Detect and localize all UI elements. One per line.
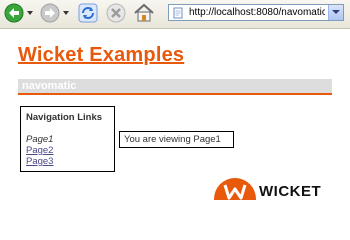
refresh-button[interactable] bbox=[78, 3, 98, 23]
nav-link-page2[interactable]: Page2 bbox=[26, 145, 53, 156]
back-arrow-icon bbox=[4, 3, 24, 23]
page-icon bbox=[173, 7, 183, 19]
home-button[interactable] bbox=[133, 3, 155, 23]
current-page-message: You are viewing Page1 bbox=[119, 131, 234, 148]
forward-dropdown-icon[interactable] bbox=[63, 10, 69, 16]
navigation-box: Navigation Links Page1 Page2 Page3 bbox=[20, 106, 115, 172]
back-button[interactable] bbox=[4, 3, 24, 23]
address-bar[interactable] bbox=[168, 4, 344, 21]
browser-toolbar bbox=[0, 0, 350, 29]
nav-link-page3[interactable]: Page3 bbox=[26, 156, 53, 167]
nav-item-page1: Page1 bbox=[26, 134, 54, 145]
chevron-down-icon bbox=[332, 10, 340, 14]
back-dropdown-icon[interactable] bbox=[27, 10, 33, 16]
subheader-title: navomatic bbox=[22, 80, 77, 92]
home-icon bbox=[134, 3, 154, 22]
navigation-list: Page1 Page2 Page3 bbox=[26, 134, 53, 167]
wicket-logo-icon bbox=[214, 178, 256, 200]
navigation-heading: Navigation Links bbox=[26, 112, 103, 123]
refresh-icon bbox=[78, 3, 98, 23]
forward-button[interactable] bbox=[40, 3, 60, 23]
stop-icon bbox=[106, 3, 126, 23]
page-title[interactable]: Wicket Examples bbox=[18, 44, 184, 67]
forward-arrow-icon bbox=[40, 3, 60, 23]
url-input[interactable] bbox=[189, 6, 325, 19]
stop-button[interactable] bbox=[106, 3, 126, 23]
logo-text: WICKET bbox=[259, 183, 322, 200]
subheader-bar: navomatic bbox=[18, 79, 332, 95]
address-dropdown-button[interactable] bbox=[328, 5, 343, 20]
